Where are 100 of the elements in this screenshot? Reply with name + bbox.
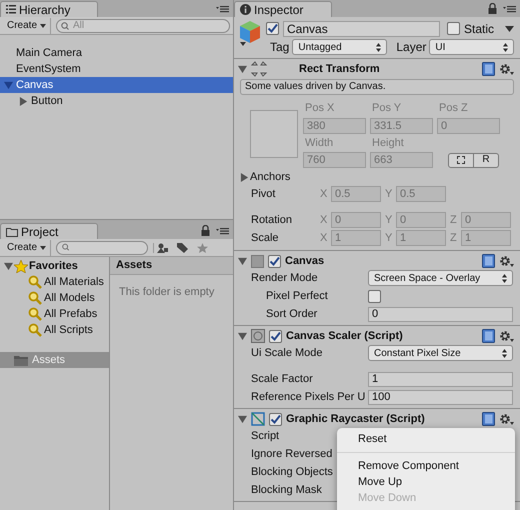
static-checkbox[interactable] — [447, 22, 460, 35]
up-down-arrows-icon — [503, 42, 508, 52]
up-down-arrows-icon — [502, 274, 507, 282]
axis-label: X — [320, 212, 328, 228]
favorite-search-item[interactable]: All Scripts — [44, 322, 93, 338]
settings-gear-icon[interactable] — [499, 330, 514, 342]
magnifier-icon — [28, 275, 42, 289]
expanded-triangle-icon[interactable] — [238, 256, 247, 266]
field-label: Pos Y — [371, 101, 402, 116]
empty-folder-message: This folder is empty — [118, 285, 216, 300]
caret-icon — [40, 24, 46, 28]
property-label: Pivot — [250, 186, 276, 202]
hierarchy-item[interactable]: EventSystem — [0, 61, 233, 77]
field-label: Pos Z — [438, 101, 469, 116]
hierarchy-item[interactable]: Button — [0, 93, 233, 109]
axis-label: X — [320, 186, 328, 202]
favorite-search-item[interactable]: All Materials — [44, 274, 104, 290]
component-title[interactable]: Canvas Scaler (Script) — [286, 328, 478, 344]
layer-label: Layer — [396, 39, 426, 56]
cube-icon — [238, 19, 262, 47]
info-note: Some values driven by Canvas. — [240, 79, 514, 95]
settings-gear-icon[interactable] — [499, 412, 514, 426]
settings-gear-icon[interactable] — [499, 254, 514, 268]
active-checkbox[interactable] — [266, 22, 279, 35]
menu-item[interactable]: Reset — [337, 431, 515, 447]
property-label: Ui Scale Mode — [250, 346, 324, 361]
tag-icon[interactable] — [177, 242, 188, 252]
property-label: Sort Order — [265, 306, 318, 322]
create-button[interactable]: Create — [3, 240, 52, 256]
text-field[interactable]: 1 — [368, 372, 513, 387]
expanded-triangle-icon[interactable] — [238, 64, 247, 74]
collapsed-triangle-icon[interactable] — [19, 96, 28, 106]
tag-dropdown[interactable]: Untagged — [292, 39, 388, 55]
static-label: Static — [464, 20, 494, 38]
axis-label: Z — [450, 212, 458, 228]
caret-icon — [40, 246, 46, 250]
favorite-search-item[interactable]: All Models — [44, 290, 95, 306]
field-label: Width — [304, 136, 334, 150]
panel-tab[interactable]: Hierarchy — [0, 1, 98, 17]
property-label: Render Mode — [250, 270, 319, 286]
menu-item[interactable]: Move Up — [337, 474, 515, 490]
content-header: Assets — [110, 257, 233, 275]
checkbox[interactable] — [368, 290, 381, 302]
component-title[interactable]: Rect Transform — [271, 60, 478, 78]
folder-icon — [14, 354, 28, 366]
property-label: Scale Factor — [250, 372, 314, 386]
favorites-item[interactable]: Favorites — [29, 258, 78, 274]
component-title[interactable]: Canvas — [285, 252, 478, 270]
expanded-triangle-icon[interactable] — [4, 262, 13, 270]
star-icon[interactable] — [197, 242, 208, 252]
collapsed-triangle-icon[interactable] — [240, 172, 249, 182]
hierarchy-item[interactable]: Canvas — [0, 77, 233, 93]
text-field[interactable]: 100 — [368, 390, 513, 404]
enabled-checkbox[interactable] — [269, 412, 282, 426]
property-label: Rotation — [250, 212, 293, 228]
field-label: Pos X — [304, 101, 336, 116]
favorite-search-item[interactable]: All Prefabs — [44, 306, 98, 322]
enabled-checkbox[interactable] — [268, 254, 281, 268]
search-field[interactable] — [56, 240, 148, 254]
expanded-triangle-icon[interactable] — [238, 332, 247, 340]
dropdown-arrow-icon[interactable] — [505, 26, 514, 32]
tag-label: Tag — [269, 39, 290, 56]
field-label: Height — [371, 136, 405, 150]
star-icon — [14, 260, 28, 272]
axis-label: Y — [385, 186, 394, 202]
dropdown[interactable]: Screen Space - Overlay — [368, 270, 513, 286]
raw-edit-button[interactable]: R — [474, 152, 499, 168]
settings-gear-icon[interactable] — [499, 62, 514, 76]
panel-menu-icon[interactable] — [216, 226, 229, 234]
layer-dropdown[interactable]: UI — [429, 39, 514, 55]
expanded-triangle-icon[interactable] — [238, 414, 247, 424]
anchors-foldout[interactable]: Anchors — [250, 168, 290, 186]
panel-menu-icon[interactable] — [216, 5, 229, 13]
panel-tab[interactable]: Project — [0, 223, 98, 239]
property-label: Ignore Reversed — [250, 446, 334, 462]
component-title[interactable]: Graphic Raycaster (Script) — [286, 410, 478, 428]
search-icon — [62, 243, 72, 252]
axis-label: Y — [385, 212, 394, 228]
hierarchy-item[interactable]: Main Camera — [0, 45, 233, 61]
property-label: Reference Pixels Per U — [250, 390, 366, 405]
search-field[interactable]: All — [56, 18, 230, 32]
magnifier-icon — [28, 291, 42, 305]
blueprint-mode-button[interactable] — [448, 152, 474, 168]
magnifier-icon — [28, 323, 42, 337]
enabled-checkbox[interactable] — [269, 330, 282, 342]
text-field[interactable]: 0 — [368, 306, 513, 322]
axis-label: Y — [385, 230, 394, 246]
lock-icon[interactable] — [201, 225, 210, 236]
dropdown[interactable]: Constant Pixel Size — [368, 345, 513, 361]
property-label: Pixel Perfect — [265, 288, 329, 304]
axis-label: X — [320, 230, 328, 246]
menu-item[interactable]: Remove Component — [337, 458, 515, 474]
list-icon — [6, 5, 16, 14]
panel-menu-icon[interactable] — [503, 4, 516, 12]
axis-label: Z — [450, 230, 458, 246]
create-button[interactable]: Create — [3, 18, 52, 34]
property-label: Scale — [250, 230, 280, 246]
lock-icon[interactable] — [488, 3, 497, 14]
panel-tab[interactable]: Inspector — [234, 1, 332, 17]
object-name-field[interactable]: Canvas — [283, 20, 440, 36]
